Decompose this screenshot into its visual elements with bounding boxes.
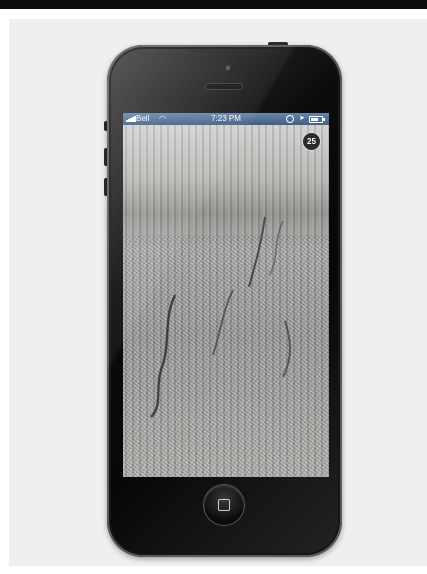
home-button[interactable]: [204, 485, 244, 525]
counter-badge[interactable]: 25: [303, 133, 320, 150]
camera-viewfinder[interactable]: [123, 125, 329, 477]
battery-icon: [309, 116, 325, 123]
lock-rotation-icon: [286, 115, 294, 123]
location-icon: ➤: [299, 115, 305, 122]
phone-screen: Bell ◠ 7:23 PM ➤ 25: [123, 113, 329, 477]
top-black-bar: [0, 0, 427, 9]
status-bar: Bell ◠ 7:23 PM ➤: [123, 113, 329, 125]
home-button-icon: [218, 499, 230, 511]
front-camera-icon: [225, 65, 232, 72]
hair-strands: [150, 216, 291, 418]
earpiece-speaker: [206, 84, 242, 89]
